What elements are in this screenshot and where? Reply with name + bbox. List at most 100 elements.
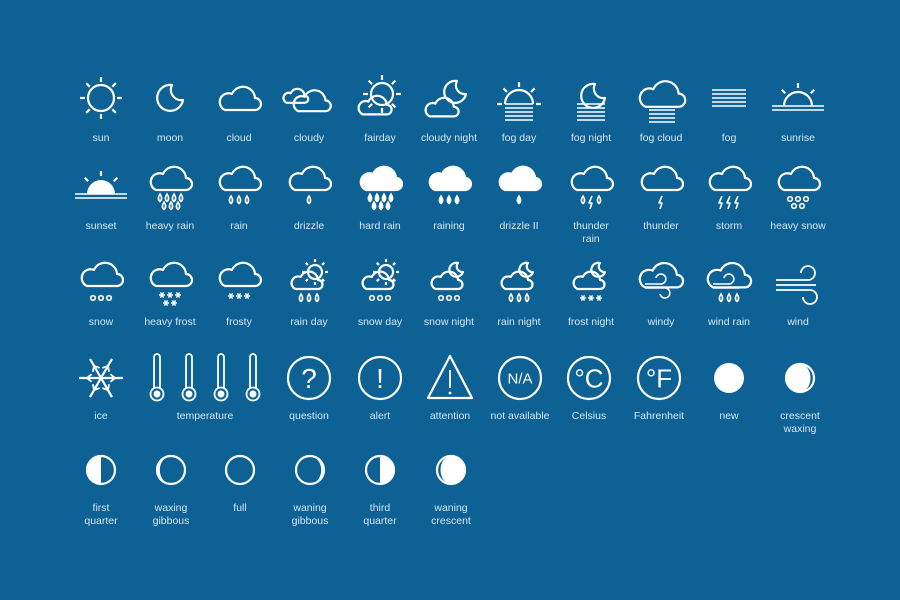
moon-waning-crescent-icon (435, 454, 467, 486)
icon-label: sunrise (781, 132, 815, 144)
icon-label: moon (156, 132, 184, 144)
moon-third-quarter-icon (364, 454, 396, 486)
moon-waning-gibbous-icon (294, 454, 326, 486)
icon-label: heavy rain (145, 220, 195, 232)
storm-icon (708, 165, 753, 210)
weather-icon-item: waning crescent (406, 442, 496, 528)
raining-icon (428, 165, 473, 205)
icon-label: snow night (423, 316, 475, 328)
icon-label: alert (369, 410, 391, 422)
thunder-icon (640, 165, 685, 210)
icon-label: fog cloud (639, 132, 683, 144)
icon-label: snow (88, 316, 114, 328)
fog-cloud-icon (638, 80, 687, 123)
icon-label: thunder (643, 220, 679, 232)
drizzle-ii-icon (498, 165, 543, 205)
icon-label: windy (647, 316, 675, 328)
icon-label: waning gibbous (291, 502, 329, 527)
svg-text:°F: °F (646, 363, 672, 393)
icon-label: crescent waxing (780, 410, 820, 435)
rain-icon (218, 165, 263, 205)
moon-first-quarter-icon (85, 454, 117, 486)
cloudy-night-icon (424, 79, 468, 118)
icon-label: heavy frost (144, 316, 196, 328)
icon-label: rain (230, 220, 248, 232)
sunset-icon (75, 171, 127, 199)
icon-label: sun (92, 132, 110, 144)
icon-label: raining (433, 220, 465, 232)
attention-icon (426, 354, 474, 400)
icon-label: fog night (570, 132, 612, 144)
frost-night-icon (572, 261, 607, 301)
weather-icon-item: crescent waxing (755, 350, 845, 436)
icon-label: rain day (290, 316, 328, 328)
icon-label: cloudy (293, 132, 325, 144)
snow-icon (80, 261, 125, 302)
question-icon: ? (286, 355, 332, 401)
weather-icon-item: temperature (149, 350, 261, 423)
rain-day-icon (290, 259, 328, 303)
svg-text:N/A: N/A (507, 370, 532, 387)
alert-icon: ! (357, 355, 403, 401)
icon-label: ice (94, 410, 108, 422)
wind-rain-icon (706, 261, 753, 303)
icon-label: drizzle II (499, 220, 539, 232)
moon-crescent-waxing-icon (784, 362, 816, 394)
icon-label: cloudy night (420, 132, 478, 144)
windy-icon (638, 261, 685, 299)
icon-label: snow day (357, 316, 403, 328)
sunrise-icon (772, 83, 824, 111)
icon-label: not available (490, 410, 550, 422)
snowflake-icon (79, 358, 123, 398)
icon-label: fog (721, 132, 737, 144)
heavy-frost-icon (149, 261, 194, 306)
thermometers-icon (149, 353, 261, 402)
icon-label: wind (787, 316, 809, 328)
rain-night-icon (500, 261, 535, 303)
heavy-rain-icon (149, 165, 194, 211)
heavy-snow-icon (777, 165, 822, 210)
icon-label: cloud (226, 132, 252, 144)
icon-label: thunder rain (573, 220, 609, 245)
icon-label: Celsius (571, 410, 607, 422)
weather-icon-item: sunrise (753, 72, 843, 145)
weather-icon-item: wind (753, 256, 843, 329)
icon-label: wind rain (707, 316, 751, 328)
icon-label: frosty (226, 316, 252, 328)
wind-icon (776, 265, 818, 305)
svg-text:?: ? (301, 363, 317, 394)
icon-label: sunset (85, 220, 117, 232)
icon-label: frost night (567, 316, 615, 328)
frosty-icon (218, 261, 263, 299)
icon-label: rain night (497, 316, 541, 328)
thunder-rain-icon (570, 165, 615, 210)
fog-day-icon (497, 82, 541, 121)
icon-label: fairday (364, 132, 396, 144)
icon-label: drizzle (293, 220, 325, 232)
icon-label: hard rain (359, 220, 401, 232)
drizzle-icon (288, 165, 333, 205)
moon-waxing-gibbous-icon (155, 454, 187, 486)
hard-rain-icon (359, 165, 404, 211)
not-available-icon: N/A (497, 355, 543, 401)
sun-icon (80, 77, 122, 119)
icon-label: waning crescent (431, 502, 471, 527)
fog-icon (712, 89, 746, 107)
svg-text:!: ! (376, 363, 384, 394)
fairday-icon (357, 75, 401, 116)
celsius-icon: °C (566, 355, 612, 401)
icon-label: first quarter (84, 502, 118, 527)
icon-label: fog day (501, 132, 537, 144)
icon-label: storm (715, 220, 743, 232)
icon-label: heavy snow (770, 220, 826, 232)
icon-label: attention (429, 410, 471, 422)
svg-text:°C: °C (574, 363, 603, 393)
cloud-icon (218, 85, 263, 112)
snow-night-icon (430, 261, 465, 302)
icon-label: new (719, 410, 739, 422)
moon-full-icon (224, 454, 256, 486)
fahrenheit-icon: °F (636, 355, 682, 401)
icon-label: full (233, 502, 247, 514)
snow-day-icon (361, 259, 399, 302)
icon-label: Fahrenheit (633, 410, 685, 422)
